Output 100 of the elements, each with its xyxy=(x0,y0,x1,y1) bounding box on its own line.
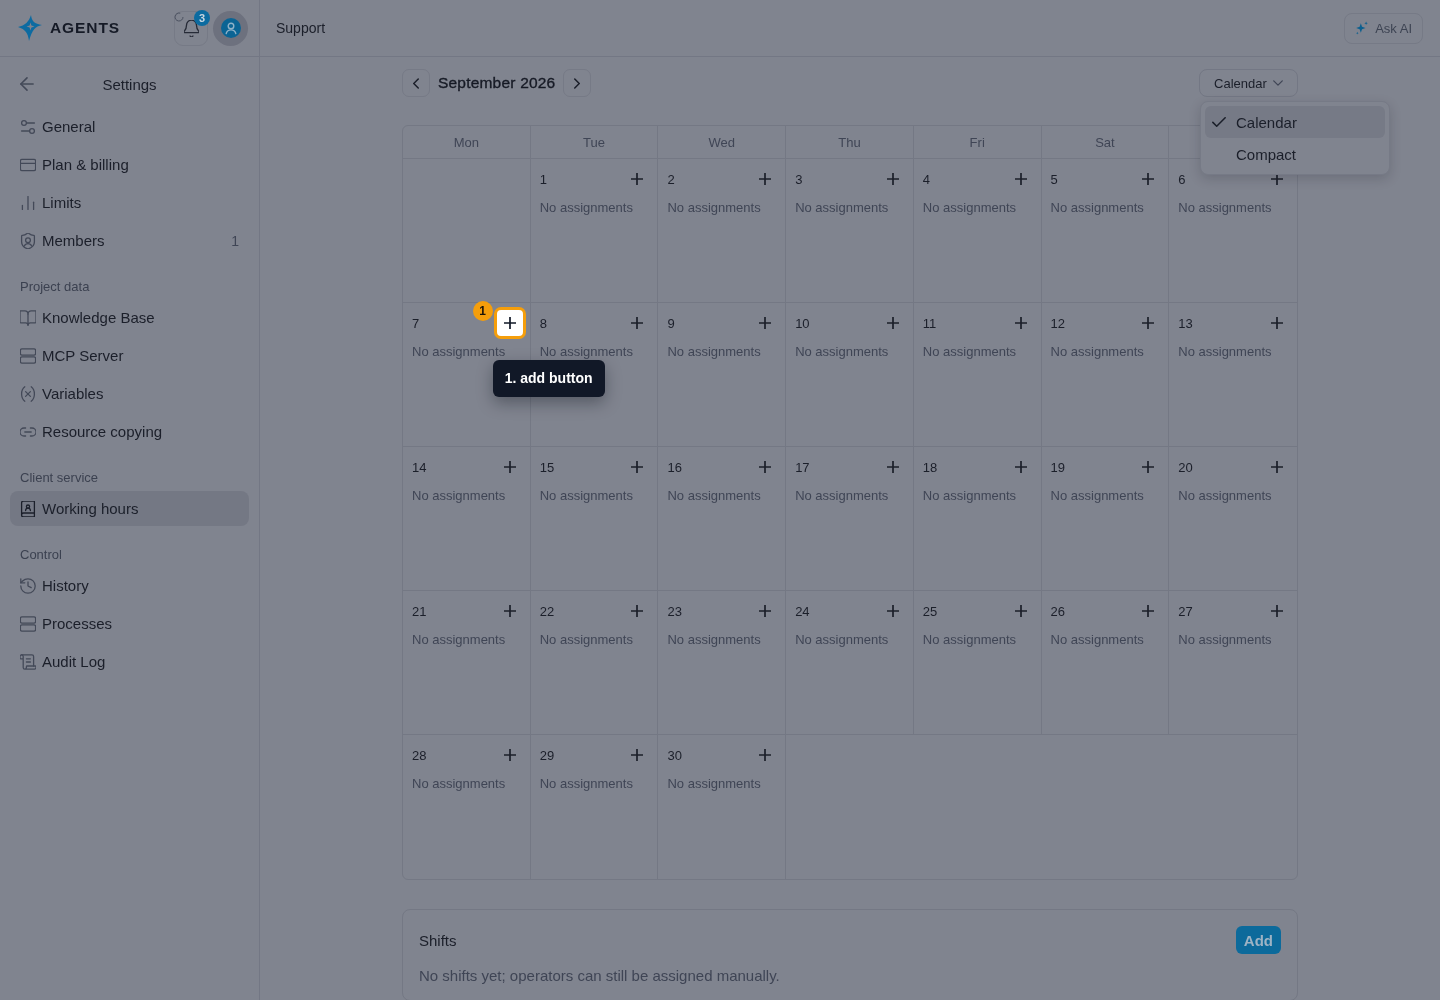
plus-icon xyxy=(1271,605,1283,617)
day-number: 2 xyxy=(667,171,675,187)
day-number: 9 xyxy=(667,315,675,331)
weekday-header: Mon xyxy=(453,134,479,150)
history-icon xyxy=(20,577,36,594)
sidebar-item[interactable]: Working hours xyxy=(10,491,249,526)
day-note: No assignments xyxy=(1050,344,1145,359)
sidebar-item[interactable]: MCP Server xyxy=(10,338,249,373)
next-month-button[interactable] xyxy=(563,69,592,97)
day-number: 18 xyxy=(922,459,938,475)
plus-icon xyxy=(503,461,516,473)
credit-card-icon xyxy=(20,156,36,173)
brand-name: AGENTS xyxy=(50,19,120,37)
sidebar-title: Settings xyxy=(102,75,157,93)
book-icon xyxy=(20,309,36,326)
day-number: 25 xyxy=(922,603,938,619)
add-button[interactable] xyxy=(493,307,526,339)
day-number: 7 xyxy=(412,315,420,331)
plus-icon xyxy=(631,605,644,617)
day-number: 29 xyxy=(539,747,555,763)
back-button[interactable] xyxy=(20,77,34,91)
sidebar-item[interactable]: Audit Log xyxy=(10,644,249,679)
plus-icon xyxy=(886,317,899,329)
day-note: No assignments xyxy=(922,632,1018,647)
shield-user-icon xyxy=(20,232,36,249)
plus-icon xyxy=(631,749,644,761)
previous-month-button[interactable] xyxy=(402,69,430,97)
day-note: No assignments xyxy=(922,344,1018,359)
day-note: No assignments xyxy=(539,488,634,503)
sidebar-item[interactable]: General xyxy=(10,109,249,144)
day-number: 26 xyxy=(1050,603,1066,619)
sidebar-item[interactable]: Members 1 xyxy=(10,223,249,258)
bar-chart-icon xyxy=(20,194,36,211)
chevron-right-icon xyxy=(574,77,581,89)
variable-icon xyxy=(20,385,36,402)
step-badge: 1 xyxy=(472,301,493,321)
sidebar-item[interactable]: History xyxy=(10,568,249,603)
plus-icon xyxy=(503,317,516,329)
avatar-button[interactable] xyxy=(213,10,248,46)
server-icon xyxy=(20,347,36,364)
sidebar-item[interactable]: Processes xyxy=(10,606,249,641)
day-number: 12 xyxy=(1050,315,1066,331)
section-heading: Project data xyxy=(19,278,91,296)
plus-icon xyxy=(1271,317,1283,329)
day-number: 30 xyxy=(667,747,682,763)
plus-icon xyxy=(759,749,772,761)
weekday-header: Thu xyxy=(838,134,861,150)
day-note: No assignments xyxy=(1178,200,1273,215)
day-note: No assignments xyxy=(795,632,890,647)
plus-icon xyxy=(759,605,772,617)
day-number: 6 xyxy=(1178,171,1186,187)
day-number: 19 xyxy=(1050,459,1066,475)
weekday-header: Tue xyxy=(583,134,605,150)
day-note: No assignments xyxy=(667,776,762,791)
day-note: No assignments xyxy=(1178,344,1273,359)
plus-icon xyxy=(759,317,772,329)
sidebar-item[interactable]: Knowledge Base xyxy=(10,300,249,335)
day-note: No assignments xyxy=(667,488,762,503)
day-number: 11 xyxy=(922,315,937,331)
plus-icon xyxy=(1142,605,1155,617)
sidebar-item[interactable]: Variables xyxy=(10,376,249,411)
day-note: No assignments xyxy=(539,632,634,647)
view-select[interactable]: Calendar xyxy=(1199,69,1298,97)
sidebar-item[interactable]: Plan & billing xyxy=(10,147,249,182)
section-heading: Client service xyxy=(19,469,100,487)
day-number: 24 xyxy=(795,603,810,619)
day-note: No assignments xyxy=(922,200,1018,215)
ask-ai-button[interactable]: Ask AI xyxy=(1344,12,1423,44)
day-number: 17 xyxy=(795,459,810,475)
day-note: No assignments xyxy=(1050,200,1145,215)
sidebar-item[interactable]: Limits xyxy=(10,185,249,220)
day-note: No assignments xyxy=(539,776,634,791)
day-note: No assignments xyxy=(795,344,890,359)
page-title: Support xyxy=(276,20,326,36)
sidebar-item[interactable]: Resource copying xyxy=(10,414,249,449)
plus-icon xyxy=(631,173,644,185)
menu-item[interactable]: Calendar xyxy=(1205,106,1385,138)
check-icon xyxy=(1212,117,1226,127)
shifts-title: Shifts xyxy=(419,931,457,949)
spinner-icon xyxy=(174,11,184,22)
plus-icon xyxy=(1014,461,1027,473)
plus-icon xyxy=(759,173,772,185)
plus-icon xyxy=(1014,317,1027,329)
plus-icon xyxy=(1142,461,1155,473)
day-number: 1 xyxy=(539,171,547,187)
arrow-left-icon xyxy=(20,77,34,91)
day-note: No assignments xyxy=(795,200,890,215)
item-count: 1 xyxy=(231,232,239,249)
day-number: 23 xyxy=(667,603,682,619)
add-shift-button[interactable]: Add xyxy=(1235,926,1281,954)
plus-icon xyxy=(1271,173,1283,185)
plus-icon xyxy=(886,605,899,617)
day-note: No assignments xyxy=(922,488,1018,503)
chevron-left-icon xyxy=(413,77,419,89)
day-note: No assignments xyxy=(795,488,890,503)
menu-item[interactable]: Compact xyxy=(1205,138,1385,170)
day-number: 14 xyxy=(412,459,427,475)
sliders-icon xyxy=(20,118,36,135)
day-number: 21 xyxy=(412,603,427,619)
plus-icon xyxy=(1014,173,1027,185)
